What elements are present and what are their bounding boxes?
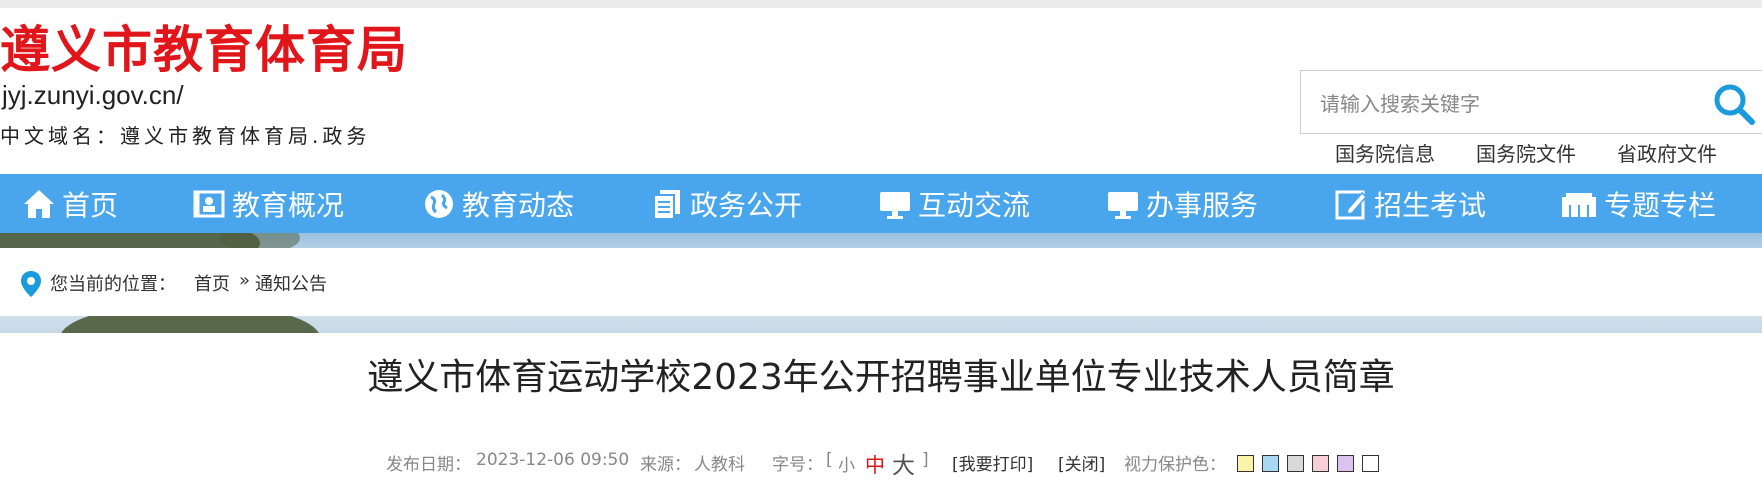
gov-link-state-council-info[interactable]: 国务院信息 [1335,138,1435,167]
publish-date-label: 发布日期： [386,455,471,475]
nav-label: 互动交流 [918,188,1031,222]
close-link[interactable]: [关闭] [1058,450,1105,475]
edit-icon [1335,190,1368,219]
nav-label: 首页 [62,188,119,222]
font-size-bracket-open: [ [826,450,833,470]
profile-card-icon [193,190,225,217]
article-title: 遵义市体育运动学校2023年公开招聘事业单位专业技术人员简章 [367,357,1395,398]
home-icon [24,189,54,218]
breadcrumb-label: 您当前的位置： [50,274,176,295]
monitor-icon [1108,191,1138,219]
monitor-icon [880,191,910,219]
font-size-medium-button[interactable]: 中 [865,449,885,478]
nav-label: 专题专栏 [1604,188,1717,222]
breadcrumb-home[interactable]: 首页 [194,270,230,296]
nav-item-education-overview[interactable]: 教育概况 [192,174,344,233]
nav-label: 办事服务 [1146,188,1259,222]
gov-links: 国务院信息 国务院文件 省政府文件 [0,138,1762,168]
top-strip [0,0,1762,8]
nav-label: 政务公开 [690,188,803,222]
font-size-large-button[interactable]: 大 [892,446,915,480]
nav-item-services[interactable]: 办事服务 [1106,174,1258,233]
breadcrumb-current[interactable]: 通知公告 [255,270,327,296]
gov-link-state-council-docs[interactable]: 国务院文件 [1476,138,1576,167]
search-icon[interactable] [1712,82,1756,126]
main-nav: 首页 教育概况 教育动态 政务公开 互动交流 办事服务 招生考试 专题专栏 [0,174,1762,233]
nav-item-interaction[interactable]: 互动交流 [878,174,1030,233]
font-size-bracket-close: ] [922,450,929,470]
gov-link-provincial-docs[interactable]: 省政府文件 [1617,138,1717,167]
source-value: 人教科 [694,455,745,475]
font-size-small-button[interactable]: 小 [838,451,855,476]
eye-care-swatch-pink[interactable] [1312,455,1329,472]
publish-date: 2023-12-06 09:50 [476,450,630,470]
eye-care-swatch-yellow[interactable] [1237,455,1254,472]
eye-care-swatch-purple[interactable] [1337,455,1354,472]
nav-item-government-affairs[interactable]: 政务公开 [650,174,802,233]
nav-label: 教育动态 [462,188,575,222]
nav-item-special-topics[interactable]: 专题专栏 [1560,174,1716,233]
location-pin-icon [21,271,41,297]
globe-icon [425,189,453,218]
site-title[interactable]: 遵义市教育体育局 [0,22,408,78]
search-input[interactable] [1318,86,1682,122]
nav-item-home[interactable]: 首页 [22,174,118,233]
eye-care-swatch-blue[interactable] [1262,455,1279,472]
folder-icon [1562,192,1596,217]
print-link[interactable]: [我要打印] [952,450,1033,475]
nav-label: 招生考试 [1374,188,1487,222]
breadcrumb-separator: » [239,270,251,291]
font-size-label: 字号： [772,455,823,475]
nav-item-education-news[interactable]: 教育动态 [422,174,574,233]
documents-icon [653,189,680,220]
eye-care-label: 视力保护色： [1124,455,1226,475]
eye-care-swatch-white[interactable] [1362,455,1379,472]
eye-care-swatch-gray[interactable] [1287,455,1304,472]
site-domain: jyj.zunyi.gov.cn/ [2,80,184,110]
source-label: 来源： [640,455,691,475]
nav-label: 教育概况 [232,188,345,222]
nav-item-admissions-exams[interactable]: 招生考试 [1334,174,1486,233]
